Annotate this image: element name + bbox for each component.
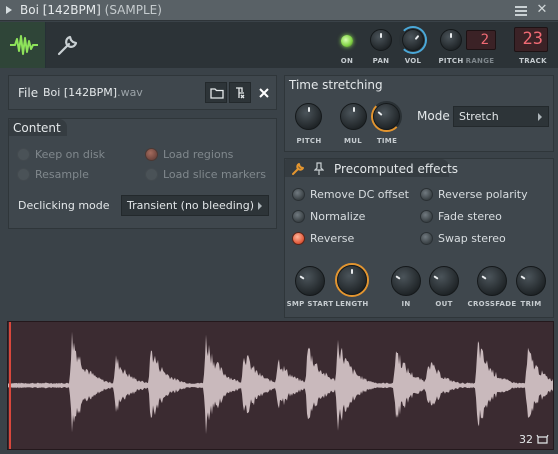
effect-remove-dc-offset[interactable]: Remove DC offset — [292, 188, 409, 201]
window-title-text: Boi [142BPM] — [20, 3, 101, 17]
waveform-start-marker[interactable] — [9, 322, 11, 449]
title-bar[interactable]: Boi [142BPM] (SAMPLE) ✕ — [0, 0, 558, 21]
track-display[interactable]: 23 — [514, 27, 548, 52]
menu-icon[interactable] — [514, 4, 528, 16]
effect-label: Fade stereo — [438, 210, 502, 223]
crossfade-label: CROSSFADE — [467, 300, 517, 308]
waveform-graph — [8, 331, 553, 435]
channel-toolbar: ON PAN VOL PITCH 2 RANGE 23 TRACK — [0, 22, 558, 68]
smp-start-label: SMP START — [286, 300, 334, 308]
pitch-knob[interactable] — [440, 29, 462, 51]
pan-knob[interactable] — [370, 29, 392, 51]
track-label: TRACK — [519, 57, 547, 65]
stretch-pitch-knob[interactable] — [295, 103, 322, 130]
precomputed-title: Precomputed effects — [334, 162, 459, 176]
zoom-value: 32 — [519, 433, 533, 446]
stretch-mode-select[interactable]: Stretch — [453, 106, 549, 127]
file-ext-text: .wav — [117, 86, 143, 99]
file-panel: File Boi [142BPM].wav — [8, 75, 277, 110]
length-knob[interactable] — [337, 265, 367, 295]
time-stretching-title: Time stretching — [289, 78, 383, 92]
window-title-suffix: (SAMPLE) — [104, 3, 162, 17]
pan-label: PAN — [372, 57, 390, 65]
effect-label: Reverse polarity — [438, 188, 528, 201]
collapse-arrow-icon[interactable] — [6, 6, 12, 14]
precomputed-effects-panel: Precomputed effects Remove DC offset Rev… — [284, 158, 554, 318]
wrench-icon[interactable] — [291, 162, 305, 176]
track-value: 23 — [522, 29, 543, 49]
waveform-shape — [8, 331, 553, 435]
option-resample[interactable]: Resample — [17, 168, 89, 181]
stretch-time-knob[interactable] — [373, 103, 400, 130]
option-label: Load regions — [163, 148, 234, 161]
effect-label: Reverse — [310, 232, 355, 245]
time-stretching-panel: Time stretching PITCH MUL TIME Mode Stre… — [284, 75, 554, 152]
file-name-text: Boi [142BPM] — [43, 86, 118, 99]
file-label: File — [18, 86, 39, 100]
effect-swap-stereo[interactable]: Swap stereo — [420, 232, 506, 245]
effect-reverse-polarity[interactable]: Reverse polarity — [420, 188, 528, 201]
trim-knob[interactable] — [516, 266, 546, 296]
effect-label: Swap stereo — [438, 232, 506, 245]
wrench-icon — [57, 35, 78, 56]
tab-instrument-properties[interactable] — [46, 22, 90, 68]
file-locate-icon — [236, 87, 245, 99]
range-display[interactable]: 2 — [466, 30, 496, 50]
window-title: Boi [142BPM] (SAMPLE) — [20, 3, 162, 17]
fade-out-label: OUT — [435, 300, 453, 308]
caret-right-icon — [538, 113, 542, 121]
option-keep-on-disk[interactable]: Keep on disk — [17, 148, 105, 161]
crossfade-knob[interactable] — [477, 266, 507, 296]
channel-on-led[interactable] — [341, 35, 353, 47]
smp-start-knob[interactable] — [295, 266, 325, 296]
file-name: Boi [142BPM].wav — [43, 86, 143, 99]
stretch-mul-label: MUL — [343, 137, 362, 145]
declicking-label: Declicking mode — [18, 199, 110, 212]
option-load-regions[interactable]: Load regions — [145, 148, 233, 161]
pin-icon[interactable] — [314, 162, 324, 176]
browse-file-button[interactable] — [205, 82, 227, 103]
declicking-value: Transient (no bleeding) — [127, 199, 255, 212]
stretch-pitch-label: PITCH — [296, 137, 322, 145]
effect-label: Normalize — [310, 210, 366, 223]
volume-knob[interactable] — [402, 29, 424, 51]
fade-in-label: IN — [401, 300, 411, 308]
content-title: Content — [13, 121, 61, 135]
effect-reverse[interactable]: Reverse — [292, 232, 354, 245]
pitch-label: PITCH — [438, 57, 464, 65]
waveform-icon — [10, 35, 38, 55]
mode-label: Mode — [417, 109, 450, 123]
fade-out-knob[interactable] — [429, 266, 459, 296]
stretch-mul-knob[interactable] — [340, 103, 367, 130]
waveform-display[interactable]: 32 — [7, 321, 554, 450]
folder-icon — [210, 88, 224, 99]
on-label: ON — [340, 57, 354, 65]
tab-sample-settings[interactable] — [0, 22, 46, 68]
option-label: Resample — [35, 168, 89, 181]
stretch-time-label: TIME — [376, 137, 398, 145]
declicking-mode-select[interactable]: Transient (no bleeding) — [121, 195, 269, 216]
close-icon — [259, 88, 269, 98]
close-window-button[interactable]: ✕ — [534, 2, 550, 18]
fade-in-knob[interactable] — [391, 266, 421, 296]
option-label: Keep on disk — [35, 148, 106, 161]
content-panel: Content Keep on disk Load regions Resamp… — [8, 118, 277, 229]
stretch-mode-value: Stretch — [459, 110, 499, 123]
clear-file-button[interactable] — [252, 82, 274, 103]
loop-icon[interactable] — [536, 434, 549, 445]
length-label: LENGTH — [335, 300, 369, 308]
effect-fade-stereo[interactable]: Fade stereo — [420, 210, 502, 223]
volume-label: VOL — [404, 57, 422, 65]
option-load-slice-markers[interactable]: Load slice markers — [145, 168, 266, 181]
effect-normalize[interactable]: Normalize — [292, 210, 365, 223]
caret-right-icon — [258, 202, 262, 210]
range-value: 2 — [480, 32, 489, 48]
locate-file-button[interactable] — [229, 82, 251, 103]
trim-label: TRIM — [520, 300, 542, 308]
option-label: Load slice markers — [163, 168, 267, 181]
range-label: RANGE — [465, 57, 495, 65]
effect-label: Remove DC offset — [310, 188, 409, 201]
